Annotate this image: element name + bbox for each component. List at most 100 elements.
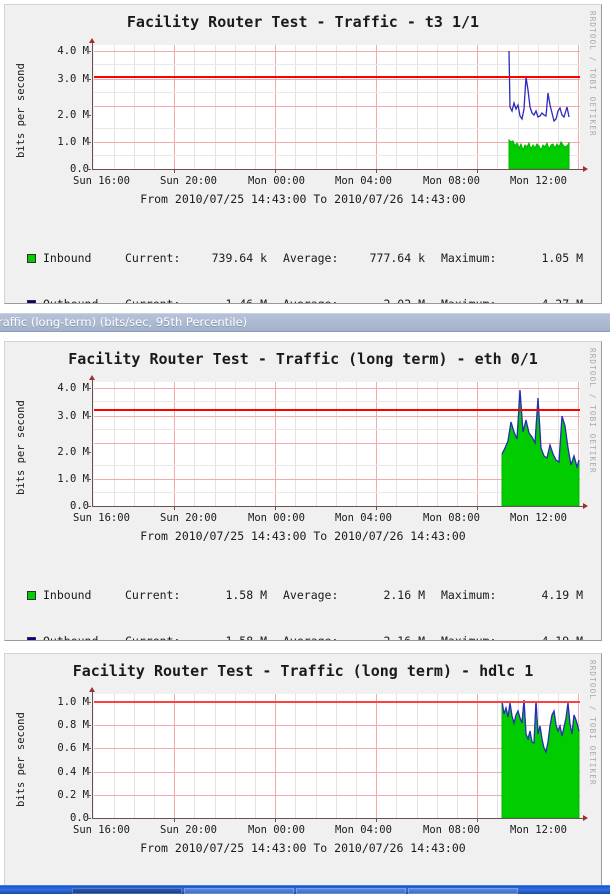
x-tick-2-0: Sun 16:00 <box>73 512 130 524</box>
x-tick-1-0: Sun 16:00 <box>73 175 130 187</box>
rrdtool-watermark-3: RRDTOOL / TOBI OETIKER <box>588 660 597 786</box>
legend-maximum-label-1: Maximum: <box>441 251 497 265</box>
legend-current-label-2b: Current: <box>125 634 181 641</box>
x-tick-1-3: Mon 04:00 <box>335 175 392 187</box>
x-tick-2-3: Mon 04:00 <box>335 512 392 524</box>
taskbar-item-3[interactable] <box>296 888 406 894</box>
legend-average-value-inbound-2: 2.16 M <box>383 588 425 602</box>
graph-title-3: Facility Router Test - Traffic (long ter… <box>72 662 534 680</box>
plot-area-1 <box>94 45 580 169</box>
plot-svg-2 <box>94 382 580 506</box>
legend-current-label-2: Current: <box>125 588 181 602</box>
legend-current-value-outbound-2: 1.58 M <box>225 634 267 641</box>
legend-1: Inbound Current: 739.64 k Average: 777.6… <box>27 221 583 304</box>
y-tick-1-0: 4.0 M <box>57 45 89 57</box>
x-tick-3-5: Mon 12:00 <box>510 824 567 836</box>
y-tick-2-1: 3.0 M <box>57 410 89 422</box>
time-range-2: From 2010/07/25 14:43:00 To 2010/07/26 1… <box>140 529 466 543</box>
x-tick-1-4: Mon 08:00 <box>423 175 480 187</box>
legend-maximum-label-2b: Maximum: <box>441 634 497 641</box>
y-tick-3-0: 1.0 M <box>57 696 89 708</box>
legend-label-outbound-1: Outbound <box>43 297 99 304</box>
y-axis-label-3: bits per second <box>15 712 27 808</box>
legend-row-outbound-1: Outbound Current: 1.46 M Average: 2.02 M… <box>27 295 583 304</box>
legend-average-value-inbound-1: 777.64 k <box>369 251 425 265</box>
legend-average-label-1b: Average: <box>283 297 339 304</box>
y-tick-2-4: 0.0 <box>70 500 89 512</box>
legend-label-inbound-1: Inbound <box>43 251 92 265</box>
section-header-text: raffic (long-term) (bits/sec, 95th Perce… <box>0 315 248 329</box>
y-tick-2-0: 4.0 M <box>57 382 89 394</box>
legend-current-label-1: Current: <box>125 251 181 265</box>
legend-maximum-value-inbound-1: 1.05 M <box>541 251 583 265</box>
y-tick-3-4: 0.2 M <box>57 789 89 801</box>
legend-row-inbound-1: Inbound Current: 739.64 k Average: 777.6… <box>27 249 583 267</box>
y-tick-2-2: 2.0 M <box>57 446 89 458</box>
taskbar[interactable] <box>0 885 610 894</box>
taskbar-item-2[interactable] <box>184 888 294 894</box>
graph-panel-2: Facility Router Test - Traffic (long ter… <box>4 341 602 641</box>
legend-average-label-2b: Average: <box>283 634 339 641</box>
graph-title-2: Facility Router Test - Traffic (long ter… <box>68 350 538 368</box>
plot-svg-3 <box>94 694 580 818</box>
x-tick-3-0: Sun 16:00 <box>73 824 130 836</box>
y-tick-3-2: 0.6 M <box>57 742 89 754</box>
legend-current-value-inbound-2: 1.58 M <box>225 588 267 602</box>
rrdtool-watermark-1: RRDTOOL / TOBI OETIKER <box>588 11 597 137</box>
swatch-inbound-icon <box>27 253 36 263</box>
time-range-1: From 2010/07/25 14:43:00 To 2010/07/26 1… <box>140 192 466 206</box>
y-tick-3-5: 0.0 <box>70 812 89 824</box>
legend-current-label-1b: Current: <box>125 297 181 304</box>
x-tick-1-1: Sun 20:00 <box>160 175 217 187</box>
legend-current-value-outbound-1: 1.46 M <box>225 297 267 304</box>
legend-average-label-1: Average: <box>283 251 339 265</box>
rrdtool-graph-page: Facility Router Test - Traffic - t3 1/1 … <box>0 0 610 894</box>
graph-panel-1: Facility Router Test - Traffic - t3 1/1 … <box>4 4 602 304</box>
legend-maximum-label-1b: Maximum: <box>441 297 497 304</box>
x-tick-2-4: Mon 08:00 <box>423 512 480 524</box>
x-tick-2-1: Sun 20:00 <box>160 512 217 524</box>
swatch-inbound-icon <box>27 590 36 600</box>
y-tick-1-4: 0.0 <box>70 163 89 175</box>
y-tick-1-2: 2.0 M <box>57 109 89 121</box>
x-tick-3-3: Mon 04:00 <box>335 824 392 836</box>
y-axis-label-1: bits per second <box>15 63 27 159</box>
y-tick-1-1: 3.0 M <box>57 73 89 85</box>
taskbar-item-1[interactable] <box>72 888 182 894</box>
plot-area-3 <box>94 694 580 818</box>
rrdtool-watermark-2: RRDTOOL / TOBI OETIKER <box>588 348 597 474</box>
section-header-bar: raffic (long-term) (bits/sec, 95th Perce… <box>0 313 610 332</box>
y-tick-3-1: 0.8 M <box>57 719 89 731</box>
y-tick-2-3: 1.0 M <box>57 473 89 485</box>
legend-2: Inbound Current: 1.58 M Average: 2.16 M … <box>27 558 583 641</box>
legend-label-outbound-2: Outbound <box>43 634 99 641</box>
x-tick-1-5: Mon 12:00 <box>510 175 567 187</box>
legend-row-outbound-2: Outbound Current: 1.58 M Average: 2.16 M… <box>27 632 583 641</box>
swatch-outbound-icon <box>27 299 36 303</box>
legend-average-label-2: Average: <box>283 588 339 602</box>
graph-panel-3: Facility Router Test - Traffic (long ter… <box>4 653 602 894</box>
legend-label-inbound-2: Inbound <box>43 588 92 602</box>
taskbar-item-4[interactable] <box>408 888 518 894</box>
x-tick-1-2: Mon 00:00 <box>248 175 305 187</box>
legend-maximum-value-outbound-1: 4.27 M <box>541 297 583 304</box>
time-range-3: From 2010/07/25 14:43:00 To 2010/07/26 1… <box>140 841 466 855</box>
x-tick-2-5: Mon 12:00 <box>510 512 567 524</box>
legend-maximum-value-inbound-2: 4.19 M <box>541 588 583 602</box>
legend-maximum-label-2: Maximum: <box>441 588 497 602</box>
legend-current-value-inbound-1: 739.64 k <box>211 251 267 265</box>
plot-area-2 <box>94 382 580 506</box>
legend-average-value-outbound-1: 2.02 M <box>383 297 425 304</box>
legend-average-value-outbound-2: 2.16 M <box>383 634 425 641</box>
x-tick-3-2: Mon 00:00 <box>248 824 305 836</box>
graph-title-1: Facility Router Test - Traffic - t3 1/1 <box>126 13 480 31</box>
legend-maximum-value-outbound-2: 4.19 M <box>541 634 583 641</box>
x-tick-3-1: Sun 20:00 <box>160 824 217 836</box>
x-tick-2-2: Mon 00:00 <box>248 512 305 524</box>
x-tick-3-4: Mon 08:00 <box>423 824 480 836</box>
series-inbound-3 <box>501 699 580 818</box>
y-tick-3-3: 0.4 M <box>57 766 89 778</box>
y-tick-1-3: 1.0 M <box>57 136 89 148</box>
y-axis-label-2: bits per second <box>15 400 27 496</box>
legend-row-inbound-2: Inbound Current: 1.58 M Average: 2.16 M … <box>27 586 583 604</box>
